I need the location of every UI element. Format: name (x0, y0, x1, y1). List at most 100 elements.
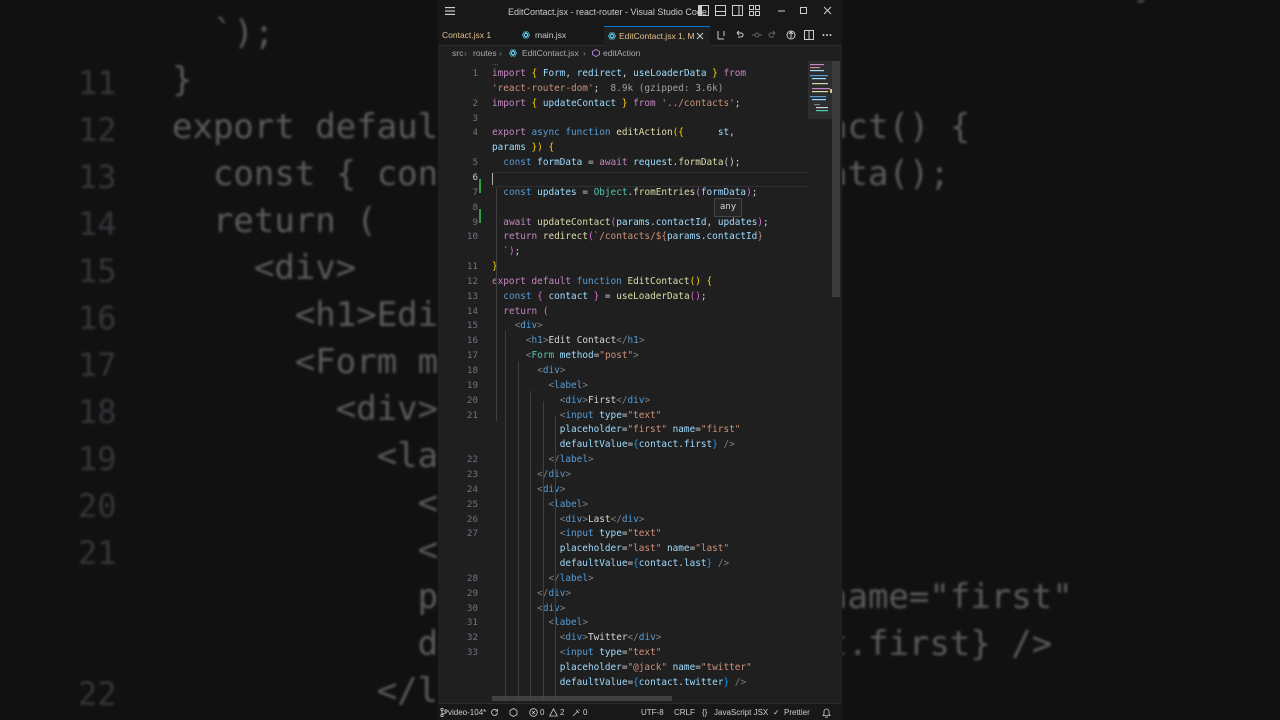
code-token: formData (700, 186, 747, 198)
code-token: div (548, 468, 566, 480)
tab-contact-jsx[interactable]: Contact.jsx 1 (442, 26, 516, 45)
code-token: h1 (627, 335, 639, 347)
background-code-line: } (172, 60, 193, 100)
toggle-panel-icon[interactable] (715, 5, 726, 16)
code-token: 'react-router-dom' (492, 82, 594, 94)
code-editor[interactable]: ... 1 import { Form, redirect, useLoaderD… (438, 61, 842, 703)
copilot-icon[interactable] (509, 708, 518, 717)
background-code-line: <div>First</div> (417, 483, 438, 523)
breadcrumb-item-symbol[interactable]: editAction (603, 48, 640, 58)
line-number: 9 (472, 216, 478, 228)
background-code-line: <div> (172, 389, 438, 429)
open-changes-icon[interactable] (786, 30, 796, 40)
code-token: </ (616, 394, 628, 406)
vscode-window: EditContact.jsx - react-router - Visual … (438, 0, 842, 720)
toggle-sidebar-icon[interactable] (698, 5, 709, 16)
line-number: 4 (472, 127, 478, 139)
status-eol[interactable]: CRLF (674, 708, 695, 717)
sync-icon[interactable] (490, 708, 499, 717)
code-token: placeholder (559, 424, 622, 436)
tab-editcontact-jsx[interactable]: EditContact.jsx 1, M (604, 26, 710, 46)
status-warning-count[interactable]: 2 (560, 708, 564, 717)
code-token: label (559, 454, 588, 466)
status-branch[interactable]: video-104* (448, 708, 486, 717)
customize-layout-icon[interactable] (749, 5, 760, 16)
close-tab-icon[interactable] (696, 32, 704, 40)
previous-change-icon[interactable] (752, 30, 762, 40)
compare-changes-icon[interactable] (716, 30, 726, 40)
code-line: <div>First</div> (492, 395, 650, 406)
code-token: formData (537, 157, 583, 169)
code-token: First (587, 394, 617, 406)
code-token: request (633, 157, 673, 169)
background-code-line: placeholder="first" name="first" (842, 577, 1073, 617)
background-code-line: placeholder="first" name="first" (417, 577, 438, 617)
status-error-count[interactable]: 0 (540, 708, 544, 717)
line-number: 29 (466, 587, 478, 599)
code-token: "first" (700, 424, 741, 436)
code-token: name (672, 662, 696, 673)
warning-icon (549, 708, 558, 717)
code-token: } (587, 290, 605, 302)
line-number: 11 (466, 261, 478, 273)
code-token: } (757, 231, 763, 243)
background-line-number: 11 (78, 64, 117, 102)
next-change-icon[interactable] (768, 30, 778, 40)
code-token: st (717, 127, 730, 139)
line-number: 5 (472, 157, 478, 169)
code-token: redirect (542, 231, 588, 243)
close-window-icon[interactable] (822, 5, 833, 16)
revert-icon[interactable] (734, 30, 744, 40)
code-token: type (599, 409, 622, 421)
breadcrumb-item-routes[interactable]: routes (473, 48, 497, 58)
split-editor-icon[interactable] (804, 30, 814, 40)
notifications-bell-icon[interactable] (822, 708, 831, 718)
status-language[interactable]: JavaScript JSX (714, 708, 768, 717)
code-token: import (492, 68, 532, 79)
code-token: function (565, 127, 617, 139)
indent-guide (530, 391, 531, 701)
status-formatter[interactable]: Prettier (784, 708, 810, 717)
line-number: 28 (466, 572, 478, 584)
background-code-line: defaultValue={contact.first} /> (417, 624, 438, 664)
background-code-line: const { contact } = useLoaderData(); (842, 154, 950, 194)
status-info-count[interactable]: 0 (583, 708, 587, 717)
toggle-secondary-sidebar-icon[interactable] (732, 5, 743, 16)
tab-main-jsx[interactable]: main.jsx (518, 26, 602, 45)
breadcrumb-item-file[interactable]: EditContact.jsx (522, 48, 579, 58)
minimap[interactable] (808, 61, 832, 301)
maximize-icon[interactable] (798, 5, 809, 16)
line-number: 20 (466, 394, 478, 406)
line-number: 10 (466, 231, 478, 243)
more-actions-icon[interactable] (822, 30, 832, 40)
code-token: div (548, 587, 566, 599)
background-line-number: 22 (78, 675, 117, 713)
status-encoding[interactable]: UTF-8 (641, 708, 664, 717)
minimize-icon[interactable] (776, 5, 787, 16)
line-number: 7 (472, 186, 478, 198)
breadcrumb-item-src[interactable]: src (452, 48, 463, 58)
line-number: 8 (472, 201, 478, 213)
code-token: defaultValue (559, 676, 628, 688)
code-token: /> (717, 439, 735, 451)
vertical-scrollbar-thumb[interactable] (832, 61, 840, 297)
function-symbol-icon (592, 49, 600, 57)
background-line-number: 12 (78, 111, 117, 149)
code-line: export default function EditContact() { (492, 276, 712, 287)
line-number: 27 (466, 528, 478, 540)
code-token: div (565, 513, 583, 525)
indent-guide (518, 361, 519, 701)
code-token: }) (531, 142, 549, 154)
code-token: div (565, 632, 583, 644)
horizontal-scrollbar-thumb[interactable] (492, 696, 672, 701)
info-icon (572, 709, 580, 717)
code-token: = (582, 157, 600, 169)
menu-icon[interactable] (444, 5, 456, 17)
code-token: , (565, 68, 577, 79)
